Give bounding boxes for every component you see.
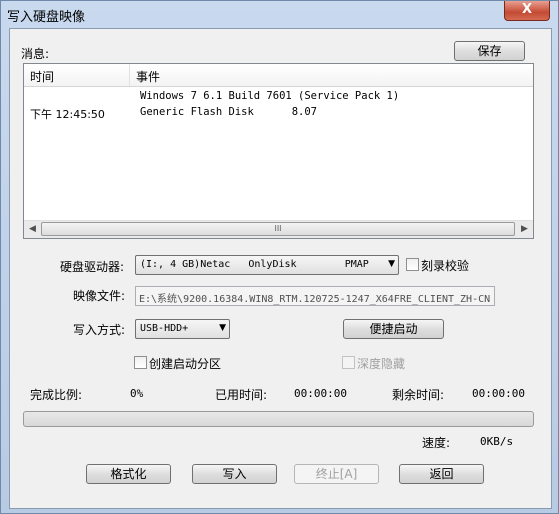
write-mode-value: USB-HDD+	[140, 323, 189, 334]
write-mode-select[interactable]: USB-HDD+ ▼	[135, 319, 230, 339]
verify-checkbox[interactable]	[406, 258, 419, 271]
save-button[interactable]: 保存	[454, 41, 525, 61]
scroll-left-icon[interactable]: ◀	[24, 221, 41, 238]
row-event: Generic Flash Disk 8.07	[140, 106, 318, 118]
percent-value: 0%	[130, 387, 144, 400]
list-item[interactable]: 下午 12:45:50 Generic Flash Disk 8.07	[24, 106, 533, 122]
drive-select-value: (I:, 4 GB)Netac OnlyDisk PMAP	[140, 259, 369, 270]
deep-hide-label: 深度隐藏	[357, 357, 406, 371]
column-header-time[interactable]: 时间	[24, 64, 130, 86]
deep-hide-checkbox[interactable]	[342, 356, 355, 369]
image-file-value: E:\系统\9200.16384.WIN8_RTM.120725-1247_X6…	[139, 294, 491, 305]
drive-label: 硬盘驱动器:	[60, 260, 125, 274]
column-header-event[interactable]: 事件	[130, 64, 430, 86]
main-window: 写入硬盘映像 X 消息: 保存 时间 事件 Windows 7 6.1 Buil…	[0, 0, 559, 514]
window-title: 写入硬盘映像	[7, 10, 86, 25]
format-button[interactable]: 格式化	[86, 464, 171, 484]
quick-boot-button[interactable]: 便捷启动	[343, 319, 444, 339]
horizontal-scrollbar[interactable]: ◀ III ▶	[24, 220, 533, 238]
image-file-field[interactable]: E:\系统\9200.16384.WIN8_RTM.120725-1247_X6…	[135, 286, 495, 306]
row-event: Windows 7 6.1 Build 7601 (Service Pack 1…	[140, 90, 400, 102]
elapsed-label: 已用时间:	[215, 388, 268, 402]
abort-button[interactable]: 终止[A]	[294, 464, 379, 484]
back-button[interactable]: 返回	[399, 464, 484, 484]
title-bar[interactable]: 写入硬盘映像 X	[1, 1, 558, 27]
chevron-down-icon: ▼	[388, 259, 395, 269]
write-button[interactable]: 写入	[192, 464, 277, 484]
dialog-body: 消息: 保存 时间 事件 Windows 7 6.1 Build 7601 (S…	[9, 28, 552, 509]
chevron-down-icon: ▼	[219, 323, 226, 333]
list-item[interactable]: Windows 7 6.1 Build 7601 (Service Pack 1…	[24, 90, 533, 106]
write-mode-label: 写入方式:	[73, 323, 126, 337]
scroll-thumb[interactable]: III	[41, 222, 515, 236]
list-header: 时间 事件	[24, 64, 533, 87]
close-button[interactable]: X	[504, 1, 550, 21]
row-time: 下午 12:45:50	[30, 108, 105, 121]
message-list[interactable]: 时间 事件 Windows 7 6.1 Build 7601 (Service …	[23, 63, 534, 239]
remaining-label: 剩余时间:	[392, 388, 445, 402]
speed-label: 速度:	[422, 436, 451, 450]
boot-partition-checkbox[interactable]	[134, 356, 147, 369]
boot-partition-label: 创建启动分区	[149, 357, 222, 371]
drive-select[interactable]: (I:, 4 GB)Netac OnlyDisk PMAP ▼	[135, 255, 399, 275]
messages-label: 消息:	[21, 47, 50, 61]
percent-label: 完成比例:	[30, 388, 83, 402]
scroll-right-icon[interactable]: ▶	[516, 221, 533, 238]
verify-label: 刻录校验	[421, 259, 470, 273]
remaining-value: 00:00:00	[472, 387, 525, 400]
elapsed-value: 00:00:00	[294, 387, 347, 400]
progress-bar	[23, 411, 534, 427]
image-file-label: 映像文件:	[73, 289, 126, 303]
speed-value: 0KB/s	[480, 435, 514, 448]
